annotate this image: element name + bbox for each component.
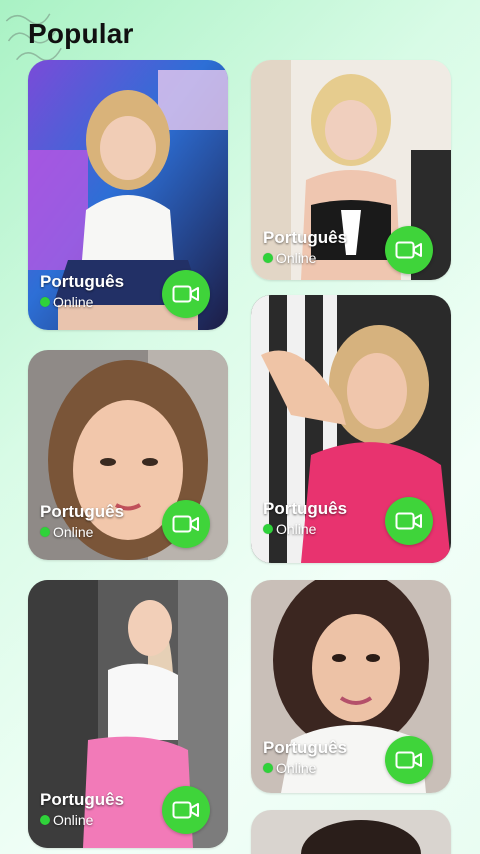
- video-camera-icon: [172, 801, 199, 819]
- status-row: Online: [40, 294, 124, 310]
- profile-card[interactable]: Português Online: [28, 350, 228, 560]
- status-label: Online: [276, 760, 317, 776]
- card-info: Português Online: [263, 738, 347, 776]
- video-camera-icon: [395, 241, 422, 259]
- status-row: Online: [263, 250, 347, 266]
- online-dot-icon: [263, 524, 273, 534]
- video-call-button[interactable]: [385, 736, 433, 784]
- status-row: Online: [263, 760, 347, 776]
- profile-card[interactable]: Português Online: [28, 580, 228, 848]
- video-call-button[interactable]: [162, 500, 210, 548]
- profile-card[interactable]: Português Online: [28, 60, 228, 330]
- online-dot-icon: [40, 527, 50, 537]
- status-label: Online: [53, 294, 94, 310]
- status-label: Online: [276, 250, 317, 266]
- language-label: Português: [40, 272, 125, 291]
- online-dot-icon: [40, 297, 50, 307]
- video-call-button[interactable]: [162, 270, 210, 318]
- language-label: Português: [263, 738, 348, 757]
- card-info: Português Online: [263, 499, 347, 537]
- video-camera-icon: [395, 751, 422, 769]
- profile-card[interactable]: Português Online: [251, 295, 451, 563]
- profile-card[interactable]: [251, 810, 451, 854]
- status-row: Online: [40, 524, 124, 540]
- language-label: Português: [40, 502, 125, 521]
- card-info: Português Online: [40, 272, 124, 310]
- video-camera-icon: [172, 515, 199, 533]
- card-info: Português Online: [40, 790, 124, 828]
- status-row: Online: [40, 812, 124, 828]
- video-camera-icon: [395, 512, 422, 530]
- online-dot-icon: [263, 253, 273, 263]
- profile-card[interactable]: Português Online: [251, 580, 451, 793]
- status-row: Online: [263, 521, 347, 537]
- video-camera-icon: [172, 285, 199, 303]
- card-info: Português Online: [40, 502, 124, 540]
- online-dot-icon: [263, 763, 273, 773]
- language-label: Português: [263, 499, 348, 518]
- language-label: Português: [40, 790, 125, 809]
- profile-photo: [251, 810, 451, 854]
- video-call-button[interactable]: [162, 786, 210, 834]
- status-label: Online: [53, 812, 94, 828]
- status-label: Online: [276, 521, 317, 537]
- profile-card[interactable]: Português Online: [251, 60, 451, 280]
- online-dot-icon: [40, 815, 50, 825]
- card-info: Português Online: [263, 228, 347, 266]
- page-title: Popular: [28, 18, 134, 49]
- status-label: Online: [53, 524, 94, 540]
- language-label: Português: [263, 228, 348, 247]
- video-call-button[interactable]: [385, 226, 433, 274]
- video-call-button[interactable]: [385, 497, 433, 545]
